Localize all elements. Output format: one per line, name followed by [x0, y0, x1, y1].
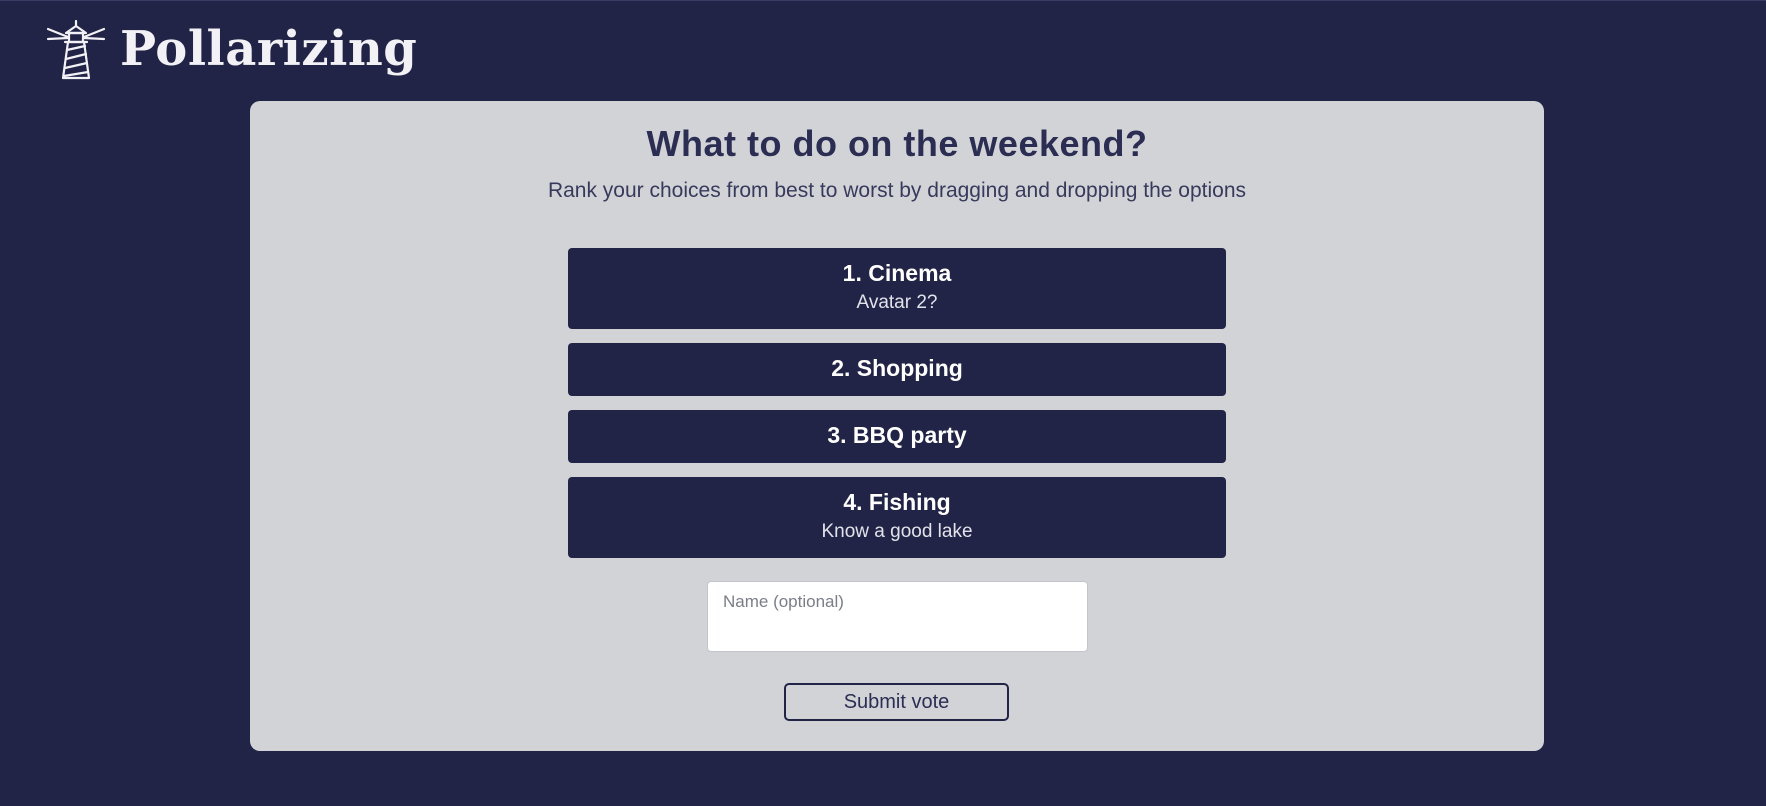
name-input[interactable]: [707, 581, 1088, 652]
poll-title: What to do on the weekend?: [646, 123, 1148, 164]
app-name: Pollarizing: [120, 21, 418, 77]
lighthouse-icon: [44, 17, 108, 81]
option-item[interactable]: 3. BBQ party: [568, 410, 1226, 463]
submit-vote-button[interactable]: Submit vote: [784, 683, 1009, 721]
option-label: 4. Fishing: [843, 489, 951, 515]
option-item[interactable]: 1. Cinema Avatar 2?: [568, 248, 1226, 329]
option-description: Know a good lake: [821, 521, 973, 542]
poll-instructions: Rank your choices from best to worst by …: [547, 179, 1247, 202]
option-label: 2. Shopping: [831, 355, 963, 381]
site-header: Pollarizing: [0, 0, 1766, 100]
option-label: 1. Cinema: [842, 260, 952, 286]
logo[interactable]: Pollarizing: [44, 17, 417, 81]
option-description: Avatar 2?: [856, 292, 938, 313]
option-list: 1. Cinema Avatar 2? 2. Shopping 3. BBQ p…: [568, 248, 1226, 572]
option-item[interactable]: 4. Fishing Know a good lake: [568, 477, 1226, 558]
poll-card: What to do on the weekend? Rank your cho…: [250, 101, 1544, 751]
option-item[interactable]: 2. Shopping: [568, 343, 1226, 396]
option-label: 3. BBQ party: [827, 422, 967, 448]
